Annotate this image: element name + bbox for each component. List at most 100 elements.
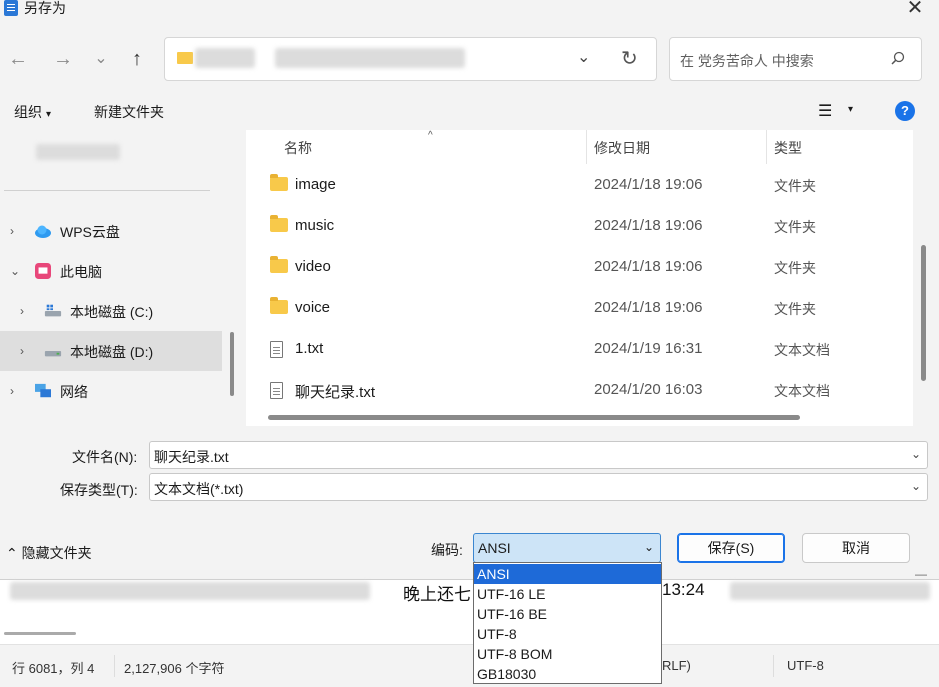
file-row[interactable]: video 2024/1/18 19:06 文件夹 bbox=[246, 247, 913, 288]
text-file-icon bbox=[270, 341, 283, 358]
save-as-dialog: 另存为 ✕ ← → ⌄ ↑ ⌄ ↻ 在 党务苦命人 中搜索 组织 ▾ 新建文件夹 … bbox=[0, 0, 939, 580]
filetype-select[interactable]: 文本文档(*.txt) ⌄ bbox=[149, 473, 928, 501]
sidebar-item-drive-c[interactable]: › 本地磁盘 (C:) bbox=[0, 291, 222, 331]
file-name: music bbox=[295, 217, 335, 234]
file-type: 文件夹 bbox=[774, 260, 816, 276]
file-type: 文本文档 bbox=[774, 342, 830, 358]
filename-value[interactable]: 聊天纪录.txt bbox=[154, 447, 229, 467]
sidebar-item-this-pc[interactable]: ⌄ 此电脑 bbox=[0, 251, 222, 291]
divider bbox=[4, 190, 210, 191]
chevron-right-icon[interactable]: › bbox=[20, 344, 24, 358]
address-bar[interactable]: ⌄ ↻ bbox=[164, 37, 657, 81]
caret-down-icon: ▾ bbox=[46, 109, 52, 120]
file-row[interactable]: music 2024/1/18 19:06 文件夹 bbox=[246, 206, 913, 247]
window-title: 另存为 bbox=[24, 0, 66, 16]
file-type: 文本文档 bbox=[774, 383, 830, 399]
notepad-icon bbox=[4, 0, 18, 16]
help-button[interactable]: ? bbox=[895, 101, 915, 121]
chevron-down-icon[interactable]: ⌄ bbox=[10, 264, 20, 278]
column-separator[interactable] bbox=[766, 130, 767, 164]
encoding-option-utf16le[interactable]: UTF-16 LE bbox=[474, 584, 661, 604]
column-separator[interactable] bbox=[586, 130, 587, 164]
hide-folders-toggle[interactable]: ⌃ 隐藏文件夹 bbox=[6, 543, 92, 563]
file-row[interactable]: 聊天纪录.txt 2024/1/20 16:03 文本文档 bbox=[246, 370, 913, 411]
horizontal-scrollbar[interactable] bbox=[268, 415, 800, 420]
close-button[interactable]: ✕ bbox=[905, 0, 925, 18]
file-name: 聊天纪录.txt bbox=[295, 384, 376, 401]
file-name: voice bbox=[295, 299, 331, 316]
up-button[interactable]: ↑ bbox=[125, 44, 149, 74]
file-row[interactable]: 1.txt 2024/1/19 16:31 文本文档 bbox=[246, 329, 913, 370]
chevron-down-icon[interactable]: ⌄ bbox=[911, 447, 921, 461]
redacted-text bbox=[10, 582, 370, 600]
text-file-icon bbox=[270, 382, 283, 399]
column-header-type[interactable]: 类型 bbox=[774, 138, 802, 158]
encoding-dropdown: ANSI UTF-16 LE UTF-16 BE UTF-8 UTF-8 BOM… bbox=[473, 562, 662, 684]
column-header-name[interactable]: 名称 bbox=[284, 138, 312, 158]
search-input[interactable]: 在 党务苦命人 中搜索 bbox=[680, 51, 814, 71]
line-ending: RLF) bbox=[662, 658, 691, 673]
command-bar: 组织 ▾ 新建文件夹 ☰ ▾ bbox=[0, 92, 939, 130]
search-box[interactable]: 在 党务苦命人 中搜索 bbox=[669, 37, 922, 81]
encoding-option-ansi[interactable]: ANSI bbox=[474, 564, 661, 584]
encoding-option-utf16be[interactable]: UTF-16 BE bbox=[474, 604, 661, 624]
sidebar-item-network[interactable]: › 网络 bbox=[0, 371, 222, 411]
view-options-icon[interactable]: ☰ bbox=[818, 101, 832, 121]
encoding-option-utf8-bom[interactable]: UTF-8 BOM bbox=[474, 644, 661, 664]
chevron-right-icon[interactable]: › bbox=[10, 384, 14, 398]
status-bar: 行 6081，列 4 2,127,906 个字符 RLF) UTF-8 bbox=[0, 644, 939, 687]
chevron-right-icon[interactable]: › bbox=[10, 224, 14, 238]
file-type: 文件夹 bbox=[774, 301, 816, 317]
minimize-icon[interactable]: — bbox=[915, 567, 927, 581]
sidebar-item-wps-cloud[interactable]: › WPS云盘 bbox=[0, 211, 222, 251]
column-header-date[interactable]: 修改日期 bbox=[594, 138, 650, 158]
folder-icon bbox=[270, 256, 288, 273]
filename-field[interactable]: 聊天纪录.txt ⌄ bbox=[149, 441, 928, 469]
file-type: 文件夹 bbox=[774, 219, 816, 235]
drive-icon bbox=[44, 351, 62, 357]
save-button[interactable]: 保存(S) bbox=[677, 533, 785, 563]
filename-label: 文件名(N): bbox=[72, 449, 138, 465]
file-name: video bbox=[295, 258, 331, 275]
chevron-down-icon[interactable]: ⌄ bbox=[577, 47, 590, 67]
editor-scrollbar[interactable] bbox=[4, 632, 76, 635]
encoding-option-utf8[interactable]: UTF-8 bbox=[474, 624, 661, 644]
chevron-right-icon[interactable]: › bbox=[20, 304, 24, 318]
cursor-position: 行 6081，列 4 bbox=[12, 661, 95, 676]
file-row[interactable]: image 2024/1/18 19:06 文件夹 bbox=[246, 165, 913, 206]
sidebar-item-label: 本地磁盘 (C:) bbox=[70, 304, 154, 320]
search-icon[interactable] bbox=[891, 51, 905, 65]
file-date: 2024/1/18 19:06 bbox=[594, 176, 703, 193]
editor-text: 晚上还七 bbox=[403, 585, 471, 604]
sidebar-item-label: 此电脑 bbox=[60, 264, 102, 280]
vertical-scrollbar[interactable] bbox=[921, 245, 926, 381]
recent-locations-button[interactable]: ⌄ bbox=[89, 44, 113, 74]
back-button[interactable]: ← bbox=[6, 44, 30, 74]
divider bbox=[773, 655, 774, 677]
redacted-quick-access bbox=[36, 144, 120, 160]
file-list: ^ 名称 修改日期 类型 image 2024/1/18 19:06 文件夹 m… bbox=[246, 130, 913, 426]
file-row[interactable]: voice 2024/1/18 19:06 文件夹 bbox=[246, 288, 913, 329]
new-folder-button[interactable]: 新建文件夹 bbox=[94, 102, 164, 122]
organize-menu[interactable]: 组织 ▾ bbox=[14, 102, 51, 122]
cancel-button[interactable]: 取消 bbox=[802, 533, 910, 563]
sidebar-scrollbar[interactable] bbox=[230, 332, 234, 396]
encoding-select[interactable]: ANSI ⌄ bbox=[473, 533, 661, 563]
sort-ascending-icon: ^ bbox=[428, 130, 433, 141]
title-bar: 另存为 ✕ bbox=[0, 0, 939, 22]
caret-down-icon[interactable]: ▾ bbox=[848, 104, 853, 115]
file-encoding: UTF-8 bbox=[787, 658, 824, 673]
divider bbox=[114, 655, 115, 677]
redacted-path bbox=[275, 48, 465, 68]
sidebar-item-drive-d[interactable]: › 本地磁盘 (D:) bbox=[0, 331, 222, 371]
chevron-down-icon[interactable]: ⌄ bbox=[911, 479, 921, 493]
refresh-button[interactable]: ↻ bbox=[621, 46, 638, 71]
chevron-down-icon[interactable]: ⌄ bbox=[644, 540, 654, 554]
file-date: 2024/1/19 16:31 bbox=[594, 340, 703, 357]
encoding-option-gb18030[interactable]: GB18030 bbox=[474, 664, 661, 684]
sidebar-item-label: 网络 bbox=[60, 384, 88, 400]
redacted-path bbox=[195, 48, 255, 68]
folder-icon bbox=[177, 52, 193, 64]
editor-text: 13:24 bbox=[662, 580, 705, 599]
forward-button[interactable]: → bbox=[51, 44, 75, 74]
